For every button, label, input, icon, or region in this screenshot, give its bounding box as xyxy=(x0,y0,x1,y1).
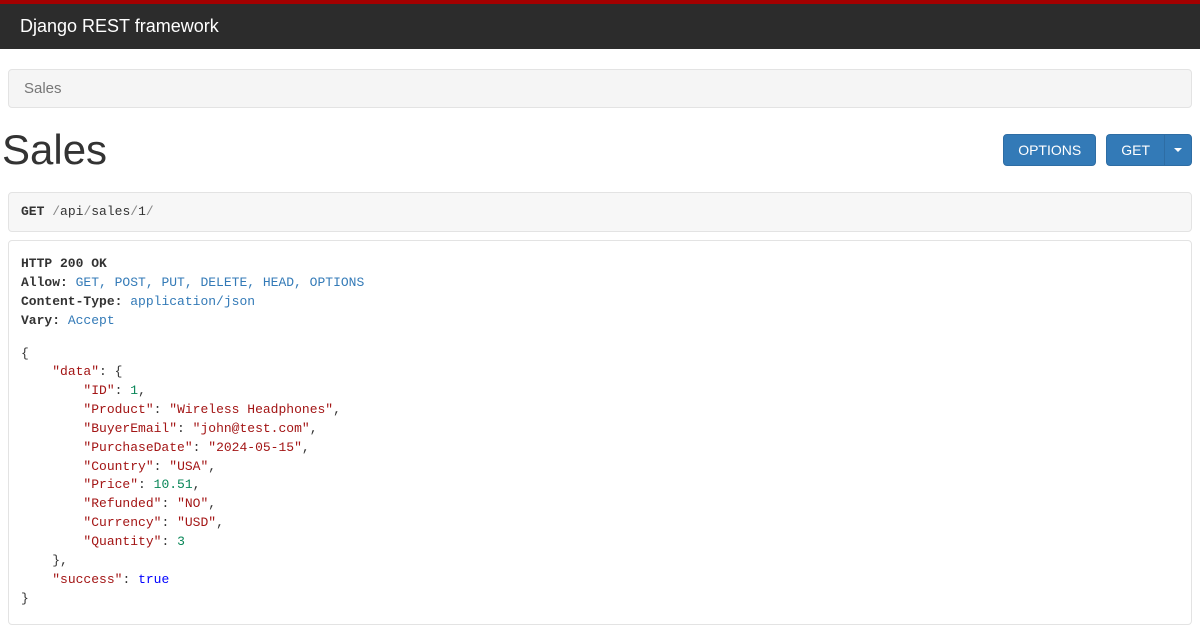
response-panel: HTTP 200 OK Allow: GET, POST, PUT, DELET… xyxy=(8,240,1192,625)
get-button[interactable]: GET xyxy=(1106,134,1164,166)
options-button[interactable]: OPTIONS xyxy=(1003,134,1096,166)
get-split-button: GET xyxy=(1106,134,1192,166)
response-body: { "data": { "ID": 1, "Product": "Wireles… xyxy=(21,345,1179,609)
status-line: HTTP 200 OK xyxy=(21,255,1179,274)
page-header: Sales OPTIONS GET xyxy=(0,108,1200,184)
action-button-group: OPTIONS GET xyxy=(1003,134,1192,166)
breadcrumb: Sales xyxy=(8,69,1192,108)
navbar: Django REST framework xyxy=(0,4,1200,49)
response-headers: Allow: GET, POST, PUT, DELETE, HEAD, OPT… xyxy=(21,274,1179,331)
brand-link[interactable]: Django REST framework xyxy=(20,16,219,36)
get-dropdown-toggle[interactable] xyxy=(1164,134,1192,166)
chevron-down-icon xyxy=(1174,148,1182,152)
request-line: GET /api/sales/1/ xyxy=(8,192,1192,232)
page-title: Sales xyxy=(2,126,107,174)
breadcrumb-item[interactable]: Sales xyxy=(24,80,62,97)
